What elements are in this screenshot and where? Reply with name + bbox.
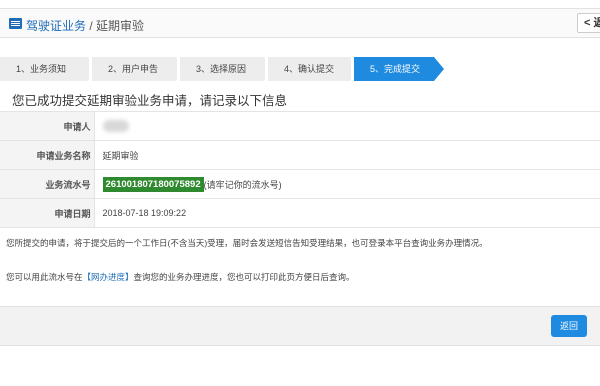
step-2-body: 2、用户申告 — [92, 57, 176, 81]
date-value: 2018-07-18 19:09:22 — [94, 198, 600, 228]
step-progress-bar: 1、业务须知 2、用户申告 3、选择原因 4、确认提交 5、完成提交 — [0, 57, 600, 81]
serial-cell: 261001807180075892 (请牢记你的流水号) — [94, 169, 600, 199]
step-1: 1、业务须知 — [0, 57, 88, 81]
back-button[interactable]: < 返 — [577, 13, 600, 33]
success-message: 您已成功提交延期审验业务申请，请记录以下信息 — [12, 94, 288, 108]
progress-notice: 您可以用此流水号在【网办进度】查询您的业务办理进度，您也可以打印此页方便日后查询… — [6, 271, 355, 283]
breadcrumb: 驾驶证业务 / 延期审验 — [26, 17, 144, 34]
step-5-active: 5、完成提交 — [354, 57, 434, 81]
step-3-label: 3、选择原因 — [196, 64, 247, 74]
step-4: 4、确认提交 — [268, 57, 350, 81]
blurred-name — [102, 120, 129, 132]
return-button[interactable]: 返回 — [551, 315, 587, 337]
business-name-label: 申请业务名称 — [0, 140, 95, 170]
business-name-value: 延期审验 — [94, 140, 600, 170]
page-header: 驾驶证业务 / 延期审验 < 返 — [0, 8, 600, 38]
application-info-table: 申请人 申请业务名称 延期审验 业务流水号 261001807180075892… — [0, 111, 600, 228]
step-4-label: 4、确认提交 — [284, 64, 335, 74]
applicant-value — [94, 111, 600, 141]
applicant-label: 申请人 — [0, 111, 95, 141]
footer-bar — [0, 306, 600, 346]
serial-hint: (请牢记你的流水号) — [203, 179, 282, 190]
breadcrumb-root[interactable]: 驾驶证业务 — [26, 19, 86, 33]
table-row: 业务流水号 261001807180075892 (请牢记你的流水号) — [0, 169, 600, 199]
serial-label: 业务流水号 — [0, 169, 95, 199]
table-row: 申请日期 2018-07-18 19:09:22 — [0, 198, 600, 228]
progress-notice-after: 查询您的业务办理进度，您也可以打印此页方便日后查询。 — [133, 272, 355, 282]
breadcrumb-current: 延期审验 — [96, 19, 145, 33]
breadcrumb-separator: / — [89, 19, 93, 33]
date-label: 申请日期 — [0, 198, 95, 228]
table-row: 申请业务名称 延期审验 — [0, 140, 600, 170]
serial-number: 261001807180075892 — [102, 176, 204, 192]
progress-notice-before: 您可以用此流水号在 — [6, 272, 83, 282]
step-3: 3、选择原因 — [180, 57, 264, 81]
table-row: 申请人 — [0, 111, 600, 141]
step-2-label: 2、用户申告 — [108, 64, 159, 74]
list-icon — [9, 18, 22, 29]
step-5-arrow — [434, 57, 444, 81]
processing-notice: 您所提交的申请，将于提交后的一个工作日(不含当天)受理，届时会发送短信告知受理结… — [6, 238, 488, 248]
step-1-label: 1、业务须知 — [16, 64, 67, 74]
step-5-label: 5、完成提交 — [370, 64, 421, 74]
progress-link[interactable]: 【网办进度】 — [83, 272, 134, 282]
